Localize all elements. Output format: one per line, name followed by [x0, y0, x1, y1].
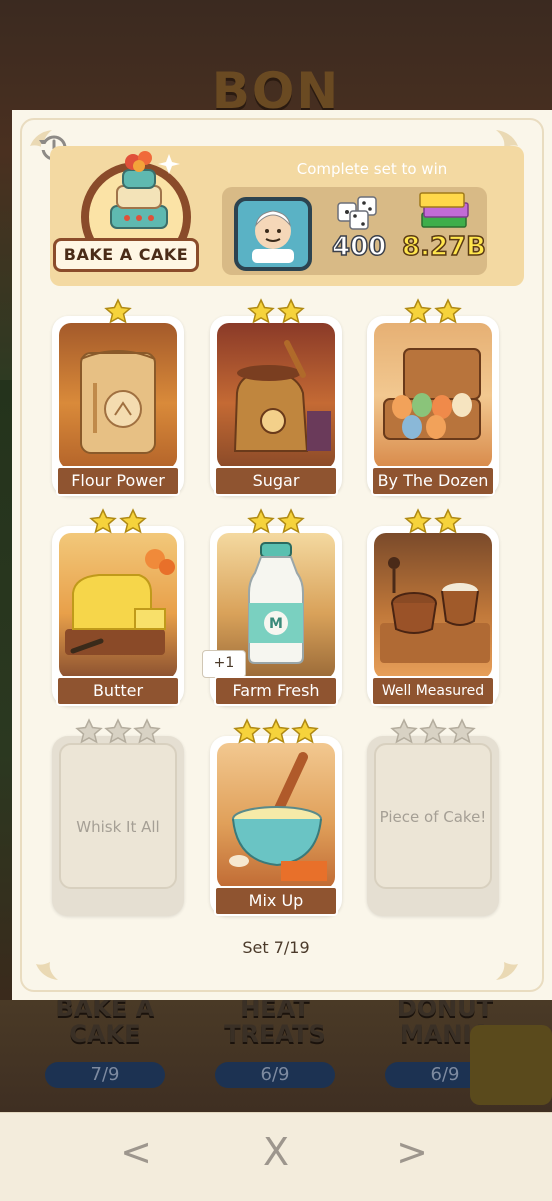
card-empty-label: Whisk It All [76, 818, 160, 836]
card-art [59, 533, 177, 679]
card-label: Sugar [214, 466, 338, 496]
flour-sack-icon [80, 350, 156, 454]
card-label: Mix Up [214, 886, 338, 916]
card-label: Farm Fresh [214, 676, 338, 706]
previous-set-button[interactable]: < [106, 1127, 166, 1177]
svg-text:M: M [269, 616, 283, 632]
egg-carton-icon [383, 348, 481, 440]
card-stars [52, 718, 184, 748]
bottom-nav-bar: < X > [0, 1112, 552, 1201]
star-filled-icon [262, 718, 290, 744]
card-label: By The Dozen [371, 466, 495, 496]
card-art-placeholder [59, 743, 177, 889]
card-stars [210, 718, 342, 748]
set-counter: Set 7/19 [242, 938, 310, 957]
duplicate-count-badge: +1 [202, 650, 246, 678]
card-stars [367, 508, 499, 538]
star-filled-icon [276, 508, 305, 534]
star-filled-icon [433, 298, 462, 324]
star-empty-icon [419, 718, 447, 744]
card-art [59, 323, 177, 469]
card-stars [367, 298, 499, 328]
dice-icon [337, 196, 377, 230]
measuring-cups-icon [380, 557, 490, 663]
star-filled-icon [404, 298, 433, 324]
card-butter[interactable]: Butter [52, 508, 184, 706]
card-whisk-it-all[interactable]: Whisk It All [52, 718, 184, 916]
sugar-bag-icon [233, 340, 331, 452]
star-empty-icon [133, 718, 161, 744]
card-sugar[interactable]: Sugar [210, 298, 342, 496]
mixing-bowl-icon [229, 752, 327, 881]
close-button[interactable]: X [246, 1127, 306, 1177]
card-by-the-dozen[interactable]: By The Dozen [367, 298, 499, 496]
next-set-button[interactable]: > [382, 1127, 442, 1177]
star-filled-icon [89, 508, 118, 534]
dice-reward-value: 400 [331, 231, 387, 263]
star-filled-icon [247, 298, 276, 324]
star-empty-icon [104, 718, 132, 744]
cake-icon [110, 151, 180, 229]
star-filled-icon [118, 508, 147, 534]
background-set-title: HEAT TREATS [224, 994, 326, 1048]
card-stars [52, 508, 184, 538]
star-filled-icon [276, 298, 305, 324]
card-label: Flour Power [56, 466, 180, 496]
star-filled-icon [104, 298, 132, 324]
card-empty-label: Piece of Cake! [379, 808, 487, 826]
money-stack-icon [419, 192, 469, 228]
star-filled-icon [247, 508, 276, 534]
card-farm-fresh[interactable]: M +1 Farm Fresh [202, 508, 342, 706]
card-mix-up[interactable]: Mix Up [210, 718, 342, 916]
star-empty-icon [390, 718, 418, 744]
card-stars [210, 298, 342, 328]
complete-set-prompt: Complete set to win [296, 160, 448, 178]
rewards-box: 400 8.27B [222, 187, 487, 275]
card-stars [210, 508, 342, 538]
butter-icon [65, 549, 175, 655]
card-art [217, 323, 335, 469]
star-empty-icon [75, 718, 103, 744]
card-flour-power[interactable]: Flour Power [52, 298, 184, 496]
card-piece-of-cake[interactable]: Piece of Cake! [367, 718, 499, 916]
card-art [374, 323, 492, 469]
set-badge: BAKE A CAKE [41, 144, 201, 284]
star-filled-icon [291, 718, 319, 744]
star-empty-icon [448, 718, 476, 744]
card-stars [367, 718, 499, 748]
card-label: Butter [56, 676, 180, 706]
star-filled-icon [433, 508, 462, 534]
star-filled-icon [404, 508, 433, 534]
character-sticker-icon [252, 210, 294, 263]
card-well-measured[interactable]: Well Measured [367, 508, 499, 706]
money-reward-value: 8.27B [401, 231, 486, 263]
background-set-progress: 7/9 [45, 1062, 165, 1088]
set-name: BAKE A CAKE [53, 238, 199, 272]
background-dice-icon [470, 1025, 552, 1105]
background-set-title: BAKE A CAKE [55, 994, 155, 1048]
card-art [374, 533, 492, 679]
card-set-modal: BAKE A CAKE Complete set to win 400 8.27… [12, 110, 552, 1000]
sticker-reward-frame [234, 197, 312, 271]
card-stars [52, 298, 184, 328]
card-label: Well Measured [371, 676, 495, 706]
background-set-progress: 6/9 [215, 1062, 335, 1088]
card-art [217, 743, 335, 889]
star-filled-icon [233, 718, 261, 744]
